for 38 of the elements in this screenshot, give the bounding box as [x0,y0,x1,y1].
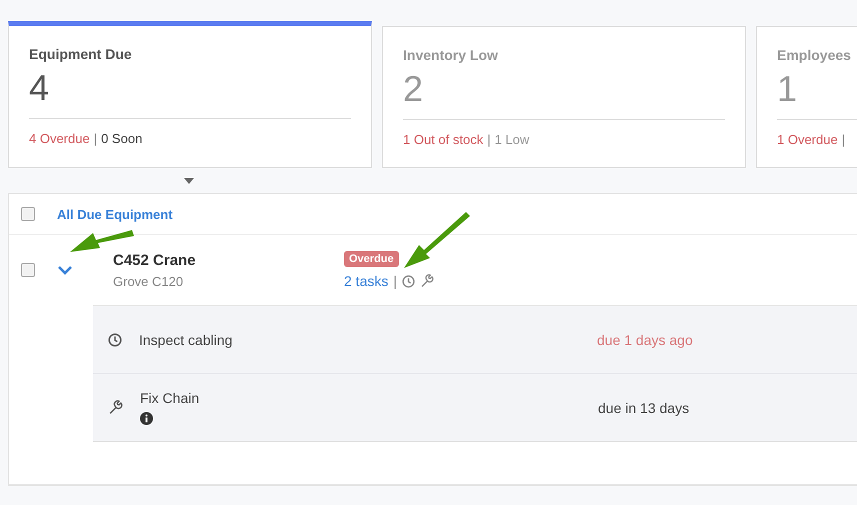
annotation-arrow [70,230,134,252]
card-title: Employees [777,47,852,63]
card-title: Equipment Due [29,46,133,62]
checkbox[interactable] [21,207,35,221]
separator-text: | [94,131,98,146]
separator-text: | [842,132,846,147]
clock-icon [402,274,415,288]
task-due-date: due 1 days ago [597,332,693,348]
card-count: 2 [403,69,424,109]
card-alert-text: 1 Out of stock [403,132,484,147]
wrench-icon [108,400,123,415]
card-alert-text: 4 Overdue [29,131,90,146]
clock-icon [108,332,122,346]
all-due-equipment-link[interactable]: All Due Equipment [57,206,173,222]
card-secondary-text: 1 Low [494,132,530,147]
tasks-link[interactable]: 2 tasks [344,273,388,289]
summary-card[interactable]: Equipment Due 4 4 Overdue | 0 Soon [8,21,372,168]
checkbox[interactable] [21,263,35,277]
task-name: Inspect cabling [139,332,234,348]
equipment-model: Grove C120 [113,274,184,288]
equipment-name: C452 Crane [113,252,197,268]
card-alert-text: 1 Overdue [777,132,838,147]
separator-text: | [393,273,397,289]
card-title: Inventory Low [403,47,499,63]
status-badge: Overdue [344,251,399,267]
chevron-down-icon[interactable] [57,265,73,275]
annotation-arrow [404,212,470,268]
separator-text: | [487,132,491,147]
task-name: Fix Chain [140,390,200,406]
card-count: 1 [777,69,798,109]
summary-card[interactable]: Employees 1 1 Overdue | [756,26,857,168]
card-count: 4 [29,68,50,108]
caret-icon [184,178,194,184]
card-secondary-text: 0 Soon [101,131,142,146]
summary-card[interactable]: Inventory Low 2 1 Out of stock | 1 Low [382,26,746,168]
wrench-icon [420,274,434,288]
task-due-date: due in 13 days [598,400,690,416]
info-icon[interactable] [140,412,153,425]
